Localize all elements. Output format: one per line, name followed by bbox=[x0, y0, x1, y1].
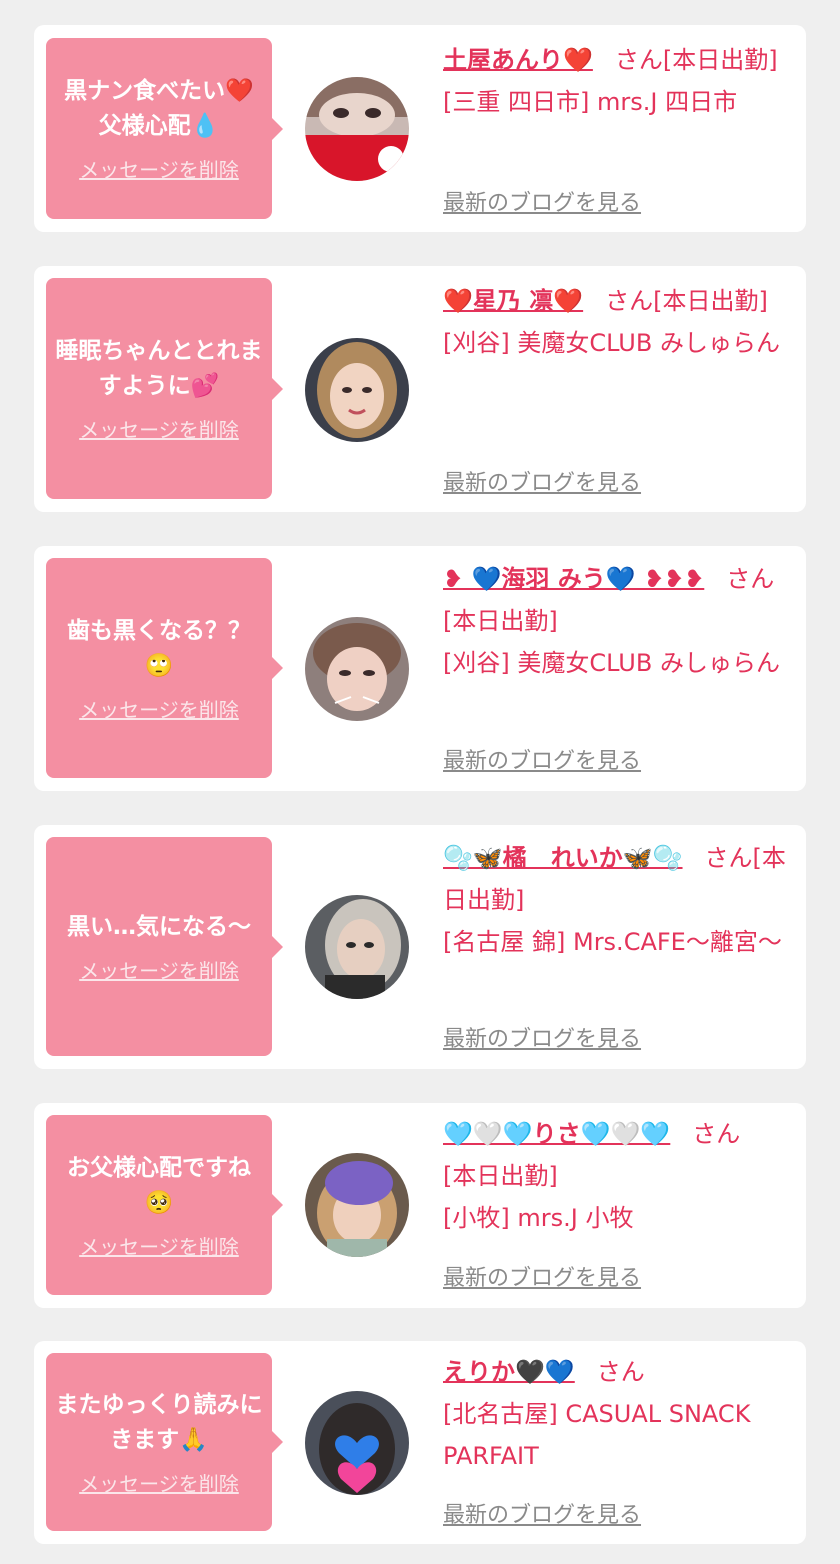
message-list: 黒ナン食べたい❤️ 父様心配💧 メッセージを削除 土屋あんり❤️ さん[本日出勤]… bbox=[0, 0, 840, 1564]
message-text: 黒い…気になる〜 bbox=[67, 913, 251, 940]
latest-blog-link[interactable]: 最新のブログを見る bbox=[443, 1260, 641, 1292]
avatar[interactable] bbox=[305, 338, 409, 442]
latest-blog-link[interactable]: 最新のブログを見る bbox=[443, 1497, 641, 1529]
attendance-status: [本日出勤] bbox=[662, 46, 778, 74]
delete-message-link[interactable]: メッセージを削除 bbox=[79, 1468, 239, 1497]
avatar-photo bbox=[305, 617, 409, 721]
delete-message-link[interactable]: メッセージを削除 bbox=[79, 154, 239, 183]
avatar-photo bbox=[305, 1391, 409, 1495]
attendance-status: [本日出勤] bbox=[653, 287, 768, 315]
avatar[interactable] bbox=[305, 1153, 409, 1257]
message-text: お父様心配ですね🥺 bbox=[67, 1154, 251, 1216]
list-item: 黒ナン食べたい❤️ 父様心配💧 メッセージを削除 土屋あんり❤️ さん[本日出勤]… bbox=[34, 25, 806, 232]
girl-info: 🩵🤍🩵りさ🩵🤍🩵 さん [本日出勤] [小牧] mrs.J 小牧 bbox=[443, 1113, 795, 1239]
shop-info: [北名古屋] CASUAL SNACK PARFAIT bbox=[443, 1400, 751, 1470]
san-suffix: さん bbox=[596, 1358, 645, 1386]
avatar[interactable] bbox=[305, 617, 409, 721]
latest-blog-link[interactable]: 最新のブログを見る bbox=[443, 185, 641, 217]
avatar-photo bbox=[305, 1153, 409, 1257]
delete-message-link[interactable]: メッセージを削除 bbox=[79, 694, 239, 723]
message-bubble: 歯も黒くなる？？🙄 メッセージを削除 bbox=[46, 558, 283, 778]
message-bubble: 黒い…気になる〜 メッセージを削除 bbox=[46, 837, 283, 1056]
avatar[interactable] bbox=[305, 895, 409, 999]
girl-name-link[interactable]: ❤️星乃 凛❤️ bbox=[443, 287, 583, 315]
girl-info: 土屋あんり❤️ さん[本日出勤] [三重 四日市] mrs.J 四日市 bbox=[443, 39, 795, 123]
message-text: 歯も黒くなる？？🙄 bbox=[67, 617, 251, 679]
list-item: またゆっくり読みにきます🙏 メッセージを削除 えりか🖤💙 さん [北名古屋] CA… bbox=[34, 1341, 806, 1544]
message-bubble: またゆっくり読みにきます🙏 メッセージを削除 bbox=[46, 1353, 283, 1531]
message-bubble: お父様心配ですね🥺 メッセージを削除 bbox=[46, 1115, 283, 1295]
avatar[interactable] bbox=[305, 1391, 409, 1495]
san-suffix: さん bbox=[704, 844, 753, 872]
avatar[interactable] bbox=[305, 77, 409, 181]
girl-name-link[interactable]: 🫧🦋橘 れいか🦋🫧 bbox=[443, 844, 683, 872]
message-text: 睡眠ちゃんととれますように💕 bbox=[55, 338, 263, 399]
shop-info: [刈谷] 美魔女CLUB みしゅらん bbox=[443, 329, 780, 357]
delete-message-link[interactable]: メッセージを削除 bbox=[79, 955, 239, 984]
delete-message-link[interactable]: メッセージを削除 bbox=[79, 414, 239, 443]
san-suffix: さん bbox=[726, 565, 775, 593]
shop-info: [刈谷] 美魔女CLUB みしゅらん bbox=[443, 649, 780, 677]
san-suffix: さん bbox=[692, 1120, 741, 1148]
list-item: 睡眠ちゃんととれますように💕 メッセージを削除 ❤️星乃 凛❤️ さん[本日出勤]… bbox=[34, 266, 806, 512]
delete-message-link[interactable]: メッセージを削除 bbox=[79, 1231, 239, 1260]
message-bubble: 睡眠ちゃんととれますように💕 メッセージを削除 bbox=[46, 278, 283, 499]
girl-name-link[interactable]: 土屋あんり❤️ bbox=[443, 46, 593, 74]
latest-blog-link[interactable]: 最新のブログを見る bbox=[443, 743, 641, 775]
avatar-photo bbox=[305, 895, 409, 999]
girl-name-link[interactable]: 🩵🤍🩵りさ🩵🤍🩵 bbox=[443, 1120, 670, 1148]
attendance-status: [本日出勤] bbox=[443, 1162, 558, 1190]
list-item: 黒い…気になる〜 メッセージを削除 🫧🦋橘 れいか🦋🫧 さん[本日出勤] [名古屋… bbox=[34, 825, 806, 1069]
shop-info: [三重 四日市] mrs.J 四日市 bbox=[443, 88, 738, 116]
list-item: 歯も黒くなる？？🙄 メッセージを削除 ❥ 💙海羽 みう💙 ❥❥❥ さん [本日出勤]… bbox=[34, 546, 806, 791]
girl-name-link[interactable]: えりか🖤💙 bbox=[443, 1358, 575, 1386]
girl-info: えりか🖤💙 さん [北名古屋] CASUAL SNACK PARFAIT bbox=[443, 1351, 795, 1477]
list-item: お父様心配ですね🥺 メッセージを削除 🩵🤍🩵りさ🩵🤍🩵 さん [本日出勤] [小牧]… bbox=[34, 1103, 806, 1308]
san-suffix: さん bbox=[605, 287, 654, 315]
shop-info: [名古屋 錦] Mrs.CAFE〜離宮〜 bbox=[443, 928, 782, 956]
attendance-status: [本日出勤] bbox=[443, 607, 558, 635]
san-suffix: さん bbox=[614, 46, 663, 74]
avatar-photo bbox=[305, 77, 409, 181]
girl-info: ❤️星乃 凛❤️ さん[本日出勤] [刈谷] 美魔女CLUB みしゅらん bbox=[443, 280, 795, 364]
message-text: 黒ナン食べたい❤️ 父様心配💧 bbox=[64, 78, 254, 139]
girl-info: ❥ 💙海羽 みう💙 ❥❥❥ さん [本日出勤] [刈谷] 美魔女CLUB みしゅらん bbox=[443, 558, 795, 684]
shop-info: [小牧] mrs.J 小牧 bbox=[443, 1204, 634, 1232]
girl-info: 🫧🦋橘 れいか🦋🫧 さん[本日出勤] [名古屋 錦] Mrs.CAFE〜離宮〜 bbox=[443, 837, 795, 963]
message-text: またゆっくり読みにきます🙏 bbox=[55, 1391, 263, 1453]
girl-name-link[interactable]: ❥ 💙海羽 みう💙 ❥❥❥ bbox=[443, 565, 704, 593]
avatar-photo bbox=[305, 338, 409, 442]
message-bubble: 黒ナン食べたい❤️ 父様心配💧 メッセージを削除 bbox=[46, 38, 283, 219]
latest-blog-link[interactable]: 最新のブログを見る bbox=[443, 1021, 641, 1053]
latest-blog-link[interactable]: 最新のブログを見る bbox=[443, 465, 641, 497]
